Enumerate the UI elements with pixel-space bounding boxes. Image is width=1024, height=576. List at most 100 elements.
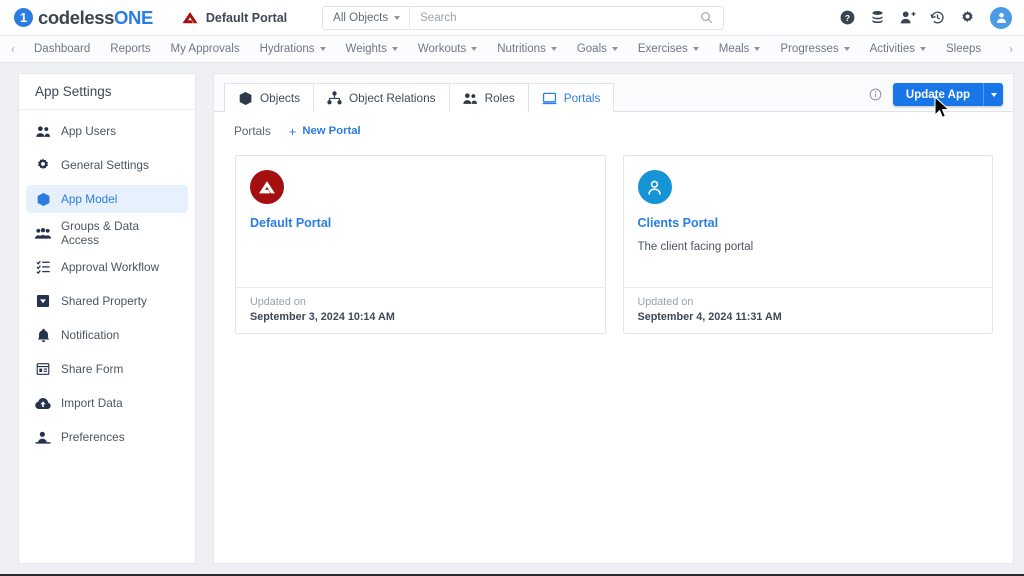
nav-scroll-right-button[interactable]: › bbox=[1000, 36, 1022, 62]
gear-icon[interactable] bbox=[959, 9, 976, 26]
sidebar-item-groups-data-access[interactable]: Groups & Data Access bbox=[26, 219, 188, 247]
tab-bar-actions: Update App bbox=[869, 83, 1003, 111]
tab-roles[interactable]: Roles bbox=[448, 83, 529, 112]
users-icon bbox=[462, 92, 478, 105]
search-icon[interactable] bbox=[698, 9, 715, 26]
checklist-icon bbox=[35, 260, 51, 274]
sidebar-item-shared-property[interactable]: Shared Property bbox=[26, 287, 188, 315]
share-form-icon bbox=[35, 362, 51, 376]
nav-item-dashboard[interactable]: Dashboard bbox=[24, 36, 100, 62]
sidebar-item-preferences[interactable]: Preferences bbox=[26, 423, 188, 451]
group-access-icon bbox=[35, 227, 51, 240]
add-user-icon[interactable] bbox=[899, 9, 916, 26]
sidebar-item-share-form[interactable]: Share Form bbox=[26, 355, 188, 383]
portal-card-title[interactable]: Clients Portal bbox=[638, 216, 979, 230]
nav-item-my-approvals[interactable]: My Approvals bbox=[161, 36, 250, 62]
nav-item-label: Workouts bbox=[417, 43, 467, 55]
search-input-wrap bbox=[410, 7, 723, 29]
sidebar-item-general-settings[interactable]: General Settings bbox=[26, 151, 188, 179]
database-icon[interactable] bbox=[869, 9, 886, 26]
app-settings-sidebar: App Settings App Users General Settings Ap… bbox=[18, 73, 196, 564]
sidebar-item-notification[interactable]: Notification bbox=[26, 321, 188, 349]
chevron-down-icon bbox=[391, 47, 398, 51]
main-panel: Objects Object Relations Roles Portals Upda… bbox=[213, 73, 1014, 564]
svg-text:?: ? bbox=[845, 13, 850, 23]
tab-label: Object Relations bbox=[349, 91, 436, 105]
sidebar-item-app-model[interactable]: App Model bbox=[26, 185, 188, 213]
search-bar: All Objects bbox=[322, 5, 725, 30]
sidebar-item-list: App Users General Settings App Model Groups… bbox=[19, 110, 195, 457]
top-icon-group: ? bbox=[839, 6, 1012, 29]
chevron-down-icon bbox=[611, 47, 618, 51]
updated-on-value: September 3, 2024 10:14 AM bbox=[250, 311, 395, 323]
help-icon[interactable]: ? bbox=[839, 9, 856, 26]
nav-item-sleeps[interactable]: Sleeps bbox=[936, 36, 991, 62]
tab-object-relations[interactable]: Object Relations bbox=[313, 83, 450, 112]
nav-item-progresses[interactable]: Progresses bbox=[770, 36, 859, 62]
tab-objects[interactable]: Objects bbox=[224, 83, 314, 112]
history-icon[interactable] bbox=[929, 9, 946, 26]
sidebar-item-label: App Users bbox=[61, 124, 117, 138]
brand-title: codelessONE bbox=[38, 7, 153, 29]
chevron-down-icon bbox=[754, 47, 761, 51]
info-icon[interactable] bbox=[869, 88, 882, 101]
tab-portals[interactable]: Portals bbox=[527, 83, 615, 113]
nav-item-hydrations[interactable]: Hydrations bbox=[250, 36, 336, 62]
chevron-down-icon bbox=[550, 47, 557, 51]
cloud-upload-icon bbox=[35, 397, 51, 410]
updated-on-label: Updated on bbox=[637, 296, 694, 308]
object-filter-dropdown[interactable]: All Objects bbox=[323, 6, 411, 29]
users-icon bbox=[35, 125, 51, 138]
portal-logo-icon bbox=[182, 11, 198, 23]
update-app-button[interactable]: Update App bbox=[892, 83, 1003, 106]
nav-item-reports[interactable]: Reports bbox=[100, 36, 160, 62]
nav-item-weights[interactable]: Weights bbox=[336, 36, 408, 62]
avatar[interactable] bbox=[990, 6, 1012, 29]
app-logo[interactable]: 1 codelessONE bbox=[14, 7, 153, 29]
chevron-down-icon bbox=[394, 15, 401, 20]
sidebar-item-label: App Model bbox=[61, 192, 118, 206]
sidebar-item-label: Preferences bbox=[61, 430, 125, 444]
nav-item-exercises[interactable]: Exercises bbox=[628, 36, 709, 62]
nav-item-label: Reports bbox=[110, 43, 151, 55]
sidebar-item-approval-workflow[interactable]: Approval Workflow bbox=[26, 253, 188, 281]
nav-item-activities[interactable]: Activities bbox=[860, 36, 936, 62]
portal-card[interactable]: Default Portal Updated on September 3, 202… bbox=[235, 155, 606, 334]
new-portal-button[interactable]: + New Portal bbox=[289, 125, 361, 138]
nav-item-workouts[interactable]: Workouts bbox=[408, 36, 487, 62]
tab-label: Roles bbox=[484, 91, 515, 105]
updated-on-label: Updated on bbox=[250, 296, 306, 308]
portal-card-footer: Updated on September 4, 2024 11:31 AM bbox=[623, 287, 992, 333]
nav-item-label: Hydrations bbox=[259, 43, 315, 55]
chevron-down-icon bbox=[843, 47, 850, 51]
nav-item-label: Dashboard bbox=[34, 43, 91, 55]
portal-card[interactable]: Clients Portal The client facing portal Up… bbox=[622, 155, 993, 334]
portal-card-body: Clients Portal The client facing portal bbox=[624, 156, 993, 287]
app-window: 1 codelessONE Default Portal All Objects bbox=[0, 0, 1024, 576]
gear-icon bbox=[35, 158, 51, 172]
search-input[interactable] bbox=[420, 11, 699, 24]
shared-property-icon bbox=[35, 294, 51, 308]
nav-item-label: Sleeps bbox=[945, 43, 982, 55]
cube-icon bbox=[35, 192, 51, 207]
portal-card-body: Default Portal bbox=[236, 156, 605, 287]
brand-prefix: codeless bbox=[38, 6, 114, 28]
nav-item-label: My Approvals bbox=[170, 43, 240, 55]
sidebar-item-import-data[interactable]: Import Data bbox=[26, 389, 188, 417]
plus-icon: + bbox=[288, 123, 297, 139]
portal-card-title[interactable]: Default Portal bbox=[250, 216, 591, 230]
update-app-dropdown-toggle[interactable] bbox=[984, 83, 1003, 106]
sidebar-item-app-users[interactable]: App Users bbox=[26, 117, 188, 145]
sidebar-item-label: Notification bbox=[61, 328, 120, 342]
cube-icon bbox=[238, 91, 253, 106]
brand-mark-icon: 1 bbox=[14, 8, 33, 27]
chevron-down-icon bbox=[319, 47, 326, 51]
nav-scroll-left-button[interactable]: ‹ bbox=[2, 36, 24, 62]
sidebar-item-label: Groups & Data Access bbox=[61, 219, 140, 247]
nav-item-goals[interactable]: Goals bbox=[567, 36, 628, 62]
nav-item-nutritions[interactable]: Nutritions bbox=[487, 36, 567, 62]
nav-item-meals[interactable]: Meals bbox=[709, 36, 771, 62]
new-portal-label: New Portal bbox=[302, 125, 361, 137]
current-portal[interactable]: Default Portal bbox=[181, 10, 287, 26]
monitor-icon bbox=[542, 92, 557, 105]
